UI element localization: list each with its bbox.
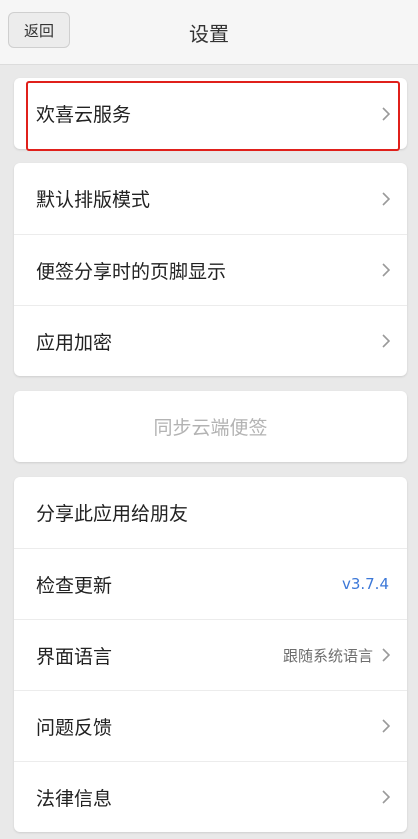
sync-cloud-button[interactable]: 同步云端便签 xyxy=(14,391,407,462)
sync-cloud-label: 同步云端便签 xyxy=(153,417,268,439)
app-encryption-label: 应用加密 xyxy=(36,331,113,354)
cloud-service-item[interactable]: 欢喜云服务 xyxy=(14,78,407,149)
layout-mode-label: 默认排版模式 xyxy=(36,189,151,211)
chevron-right-icon xyxy=(379,648,393,662)
chevron-right-icon xyxy=(379,334,393,348)
preferences-card: 默认排版模式 便签分享时的页脚显示 应用加密 xyxy=(14,163,407,376)
share-app-label: 分享此应用给朋友 xyxy=(36,503,189,525)
language-value: 跟随系统语言 xyxy=(282,646,373,665)
legal-info-label: 法律信息 xyxy=(36,787,113,810)
sync-card: 同步云端便签 xyxy=(14,391,407,462)
feedback-item[interactable]: 问题反馈 xyxy=(14,690,407,761)
chevron-right-icon xyxy=(379,719,393,733)
version-value: v3.7.4 xyxy=(341,575,389,593)
about-card: 分享此应用给朋友 检查更新 v3.7.4 界面语言 跟随系统语言 问题反馈 法律… xyxy=(14,477,407,832)
chevron-right-icon xyxy=(379,106,393,121)
check-update-item[interactable]: 检查更新 v3.7.4 xyxy=(14,548,407,619)
feedback-label: 问题反馈 xyxy=(36,716,113,739)
chevron-right-icon xyxy=(379,191,393,206)
legal-info-item[interactable]: 法律信息 xyxy=(14,761,407,832)
layout-mode-item[interactable]: 默认排版模式 xyxy=(14,163,407,234)
cloud-service-card: 欢喜云服务 xyxy=(14,78,407,149)
app-encryption-item[interactable]: 应用加密 xyxy=(14,305,407,376)
share-footer-label: 便签分享时的页脚显示 xyxy=(36,260,227,283)
check-update-label: 检查更新 xyxy=(36,574,113,597)
chevron-right-icon xyxy=(379,790,393,804)
page-title: 设置 xyxy=(189,22,229,46)
language-label: 界面语言 xyxy=(36,645,113,668)
share-app-item[interactable]: 分享此应用给朋友 xyxy=(14,477,407,548)
share-footer-item[interactable]: 便签分享时的页脚显示 xyxy=(14,234,407,305)
top-bar: 返回 设置 xyxy=(0,0,418,65)
cloud-service-label: 欢喜云服务 xyxy=(36,104,132,126)
language-item[interactable]: 界面语言 跟随系统语言 xyxy=(14,619,407,690)
chevron-right-icon xyxy=(379,263,393,277)
